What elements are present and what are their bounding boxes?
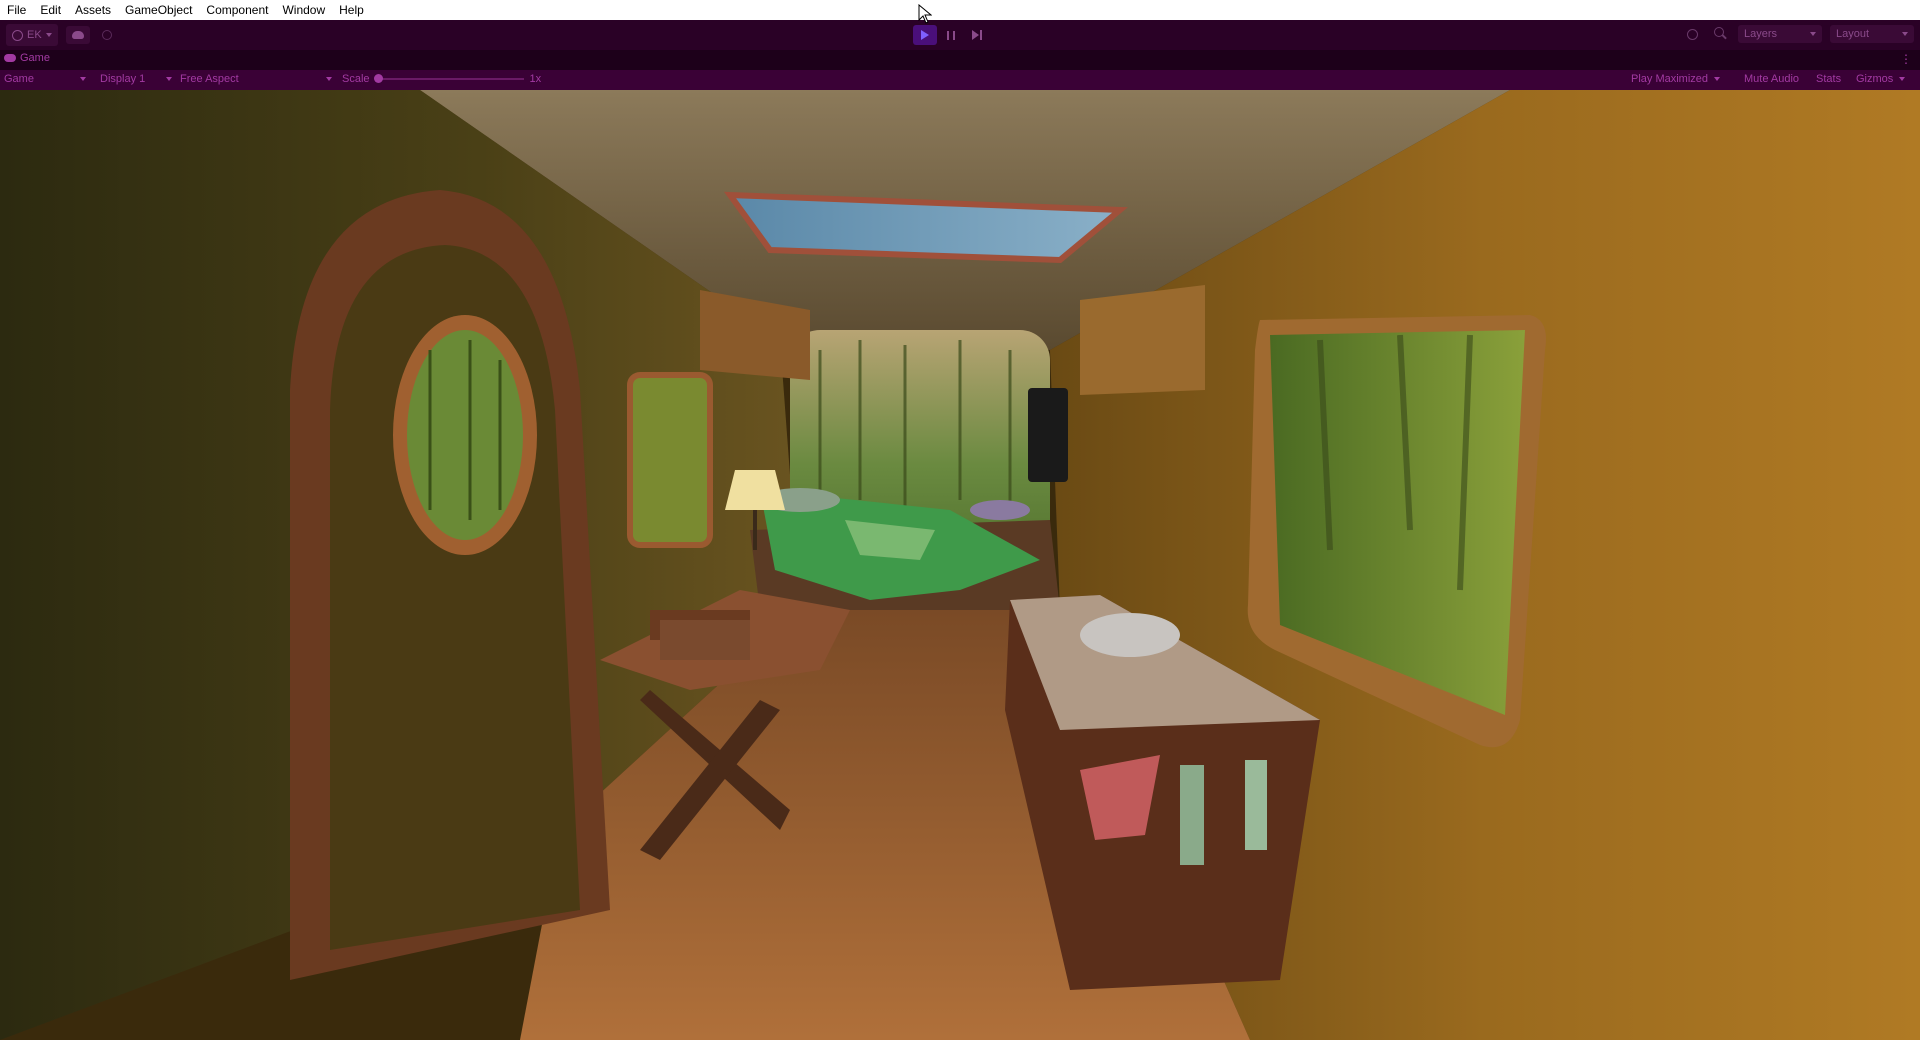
playback-controls — [913, 25, 989, 45]
play-button[interactable] — [913, 25, 937, 45]
game-mode-dropdown[interactable]: Game — [4, 73, 86, 85]
scale-slider-handle[interactable] — [373, 74, 383, 83]
menu-edit[interactable]: Edit — [33, 0, 68, 20]
chevron-down-icon — [1810, 32, 1816, 36]
chevron-down-icon — [166, 77, 172, 81]
menu-file[interactable]: File — [0, 0, 33, 20]
menu-gameobject[interactable]: GameObject — [118, 0, 199, 20]
gamepad-icon — [4, 54, 16, 62]
layers-dropdown[interactable]: Layers — [1738, 25, 1822, 43]
layout-label: Layout — [1836, 28, 1870, 40]
mouse-cursor-icon — [918, 4, 932, 24]
menu-window[interactable]: Window — [275, 0, 332, 20]
cloud-icon[interactable] — [65, 26, 90, 44]
stats-toggle[interactable]: Stats — [1816, 73, 1841, 85]
layout-dropdown[interactable]: Layout — [1830, 25, 1914, 43]
toolbar-left-group: EK — [6, 24, 116, 46]
play-maximized-label: Play Maximized — [1631, 73, 1709, 85]
pause-icon — [947, 30, 955, 40]
search-button[interactable] — [1710, 24, 1730, 44]
step-button[interactable] — [965, 25, 989, 45]
chevron-down-icon — [80, 77, 86, 81]
scene-render — [0, 90, 1920, 1040]
chevron-down-icon — [1714, 77, 1721, 81]
window-tab-bar: Game ⋮ — [0, 50, 1920, 70]
scale-control: Scale 1x — [342, 73, 541, 85]
aspect-dropdown[interactable]: Free Aspect — [180, 73, 332, 85]
collab-icon[interactable] — [98, 26, 116, 44]
mute-audio-label: Mute Audio — [1744, 73, 1800, 85]
scale-value: 1x — [529, 73, 542, 85]
account-label: EK — [27, 29, 42, 41]
chevron-down-icon — [1899, 77, 1906, 81]
tab-game[interactable]: Game — [4, 52, 50, 64]
chevron-down-icon — [45, 33, 52, 37]
layers-label: Layers — [1744, 28, 1778, 40]
display-label: Display 1 — [100, 73, 146, 85]
chevron-down-icon — [1902, 32, 1908, 36]
stats-label: Stats — [1816, 73, 1842, 85]
play-icon — [921, 30, 929, 40]
chevron-down-icon — [326, 77, 332, 81]
mute-audio-toggle[interactable]: Mute Audio — [1744, 73, 1799, 85]
display-dropdown[interactable]: Display 1 — [100, 73, 172, 85]
game-mode-label: Game — [4, 73, 34, 85]
menu-assets[interactable]: Assets — [68, 0, 118, 20]
menu-bar: File Edit Assets GameObject Component Wi… — [0, 0, 1920, 20]
scale-slider[interactable] — [373, 74, 524, 83]
step-icon — [972, 30, 982, 40]
menu-component[interactable]: Component — [199, 0, 275, 20]
game-viewport[interactable] — [0, 90, 1920, 1040]
account-dropdown[interactable]: EK — [6, 24, 58, 46]
toolbar-right-group: Layers Layout — [1682, 24, 1914, 44]
pause-button[interactable] — [939, 25, 963, 45]
play-maximized-dropdown[interactable]: Play Maximized — [1631, 73, 1721, 85]
history-button[interactable] — [1682, 24, 1702, 44]
history-icon — [1686, 28, 1698, 40]
game-view-toolbar: Game Display 1 Free Aspect Scale 1x Play… — [0, 70, 1920, 90]
menu-help[interactable]: Help — [332, 0, 371, 20]
aspect-label: Free Aspect — [180, 73, 239, 85]
tab-game-label: Game — [20, 52, 50, 64]
gizmos-dropdown[interactable]: Gizmos — [1856, 73, 1906, 85]
gizmos-label: Gizmos — [1856, 73, 1894, 85]
kebab-menu-icon[interactable]: ⋮ — [1900, 52, 1912, 66]
account-icon — [12, 29, 23, 41]
scale-label: Scale — [342, 73, 370, 85]
